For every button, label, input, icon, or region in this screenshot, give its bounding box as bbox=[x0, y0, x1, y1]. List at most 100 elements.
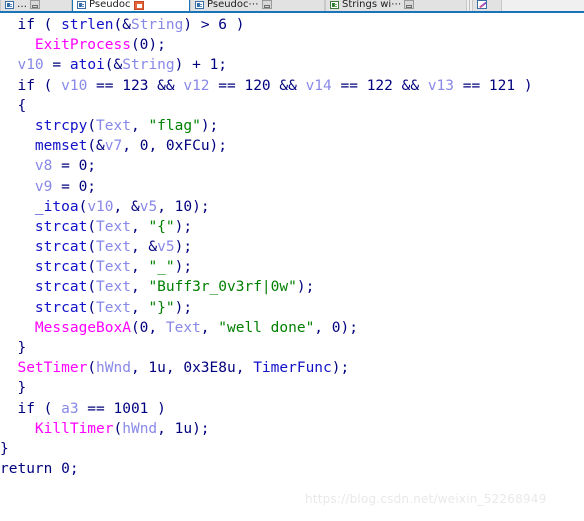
code-token: "{" bbox=[148, 218, 175, 235]
code-token: v13 bbox=[427, 77, 455, 94]
code-token: v5 bbox=[139, 198, 158, 215]
code-token: Text bbox=[96, 218, 131, 235]
code-token: (& bbox=[87, 138, 105, 155]
code-token: == 122 && bbox=[331, 77, 428, 94]
code-token: v5 bbox=[157, 239, 175, 256]
code-line: strcat(Text, "}"); bbox=[0, 298, 584, 318]
code-token: ); bbox=[174, 239, 193, 256]
code-token: (0); bbox=[130, 37, 166, 54]
code-line: v9 = 0; bbox=[0, 177, 584, 197]
document-icon bbox=[195, 0, 204, 9]
code-token: , 10); bbox=[157, 198, 210, 215]
code-token: ( bbox=[87, 218, 97, 235]
code-token: MessageBoxA bbox=[34, 319, 131, 336]
pseudocode-text-area[interactable]: if ( strlen(&String) > 6 ) ExitProcess(0… bbox=[0, 15, 584, 521]
tab-label: Strings wi⋯ bbox=[342, 0, 402, 10]
code-token: strcat bbox=[34, 259, 88, 276]
tab-pseudocode-partial[interactable]: … bbox=[0, 0, 72, 11]
code-token: , & bbox=[130, 239, 158, 256]
code-line: v8 = 0; bbox=[0, 156, 584, 176]
code-token: (& bbox=[113, 17, 131, 33]
code-token: hWnd bbox=[96, 360, 131, 377]
code-token: , 0); bbox=[314, 319, 358, 336]
tab-pseudocode-active[interactable]: Pseudoc bbox=[72, 0, 190, 11]
code-token: String bbox=[130, 17, 184, 33]
restore-button[interactable] bbox=[261, 0, 272, 9]
code-token: if ( bbox=[0, 77, 62, 94]
code-token: , 0, 0xFCu); bbox=[122, 138, 228, 155]
tab-pseudocode-second[interactable]: Pseudoc⋯ bbox=[190, 0, 325, 11]
code-line: SetTimer(hWnd, 1u, 0x3E8u, TimerFunc); bbox=[0, 358, 584, 378]
code-token: , bbox=[130, 117, 149, 134]
close-button[interactable] bbox=[133, 0, 144, 10]
code-line: return 0; bbox=[0, 459, 584, 479]
code-token: (& bbox=[104, 57, 123, 74]
tab-label: Pseudoc⋯ bbox=[207, 0, 259, 10]
code-token: , 1u); bbox=[157, 420, 210, 437]
code-line: ExitProcess(0); bbox=[0, 35, 584, 55]
code-token: ( bbox=[78, 198, 88, 215]
code-token: , bbox=[130, 279, 149, 296]
restore-button[interactable] bbox=[30, 0, 40, 9]
code-token: strcpy bbox=[34, 117, 88, 134]
code-token: , & bbox=[113, 198, 140, 215]
code-token: Text bbox=[96, 259, 131, 276]
code-token: , bbox=[130, 218, 149, 235]
code-token: v12 bbox=[183, 77, 210, 94]
tab-bar[interactable]: … Pseudoc Pseudoc⋯ Strings wi⋯ bbox=[0, 0, 584, 13]
code-line: strcat(Text, "{"); bbox=[0, 217, 584, 237]
code-token: strlen bbox=[61, 17, 114, 33]
tab-strings-window[interactable]: Strings wi⋯ bbox=[325, 0, 467, 11]
code-token: { bbox=[0, 97, 27, 114]
code-token: ( bbox=[87, 299, 97, 316]
code-line: if ( strlen(&String) > 6 ) bbox=[0, 15, 584, 35]
code-token: ); bbox=[174, 218, 193, 235]
code-token: "_" bbox=[148, 259, 175, 276]
code-token: strcat bbox=[34, 299, 88, 316]
code-token: String bbox=[122, 57, 175, 74]
tab-label: … bbox=[17, 0, 27, 10]
code-token: == 121 ) bbox=[454, 77, 533, 94]
code-token: a3 bbox=[61, 400, 79, 417]
document-icon bbox=[5, 0, 14, 9]
code-token: ) + 1; bbox=[174, 57, 228, 74]
code-token: ( bbox=[87, 239, 97, 256]
code-token: Text bbox=[96, 239, 131, 256]
code-token: Text bbox=[165, 319, 201, 336]
code-line: memset(&v7, 0, 0xFCu); bbox=[0, 136, 584, 156]
tab-hex-editor[interactable] bbox=[472, 0, 502, 11]
code-token: hWnd bbox=[122, 420, 158, 437]
code-token: SetTimer bbox=[17, 360, 88, 377]
restore-button[interactable] bbox=[404, 0, 415, 9]
code-token: ( bbox=[87, 117, 97, 134]
code-token: } bbox=[0, 340, 27, 356]
code-token: memset bbox=[34, 138, 88, 155]
strings-icon bbox=[330, 0, 339, 9]
code-line: strcpy(Text, "flag"); bbox=[0, 116, 584, 136]
code-token: Text bbox=[96, 117, 131, 134]
code-token: v10 bbox=[87, 198, 114, 215]
code-token: == 123 && bbox=[87, 77, 184, 94]
tab-label: Pseudoc bbox=[89, 0, 131, 10]
code-token: atoi bbox=[69, 57, 105, 74]
code-token: , bbox=[200, 319, 219, 336]
code-token: ); bbox=[296, 279, 315, 296]
code-token: Text bbox=[96, 279, 131, 296]
code-line: KillTimer(hWnd, 1u); bbox=[0, 419, 584, 439]
document-icon bbox=[77, 1, 86, 9]
code-line: if ( a3 == 1001 ) bbox=[0, 399, 584, 419]
code-line: } bbox=[0, 378, 584, 398]
code-token: == 120 && bbox=[209, 77, 306, 94]
